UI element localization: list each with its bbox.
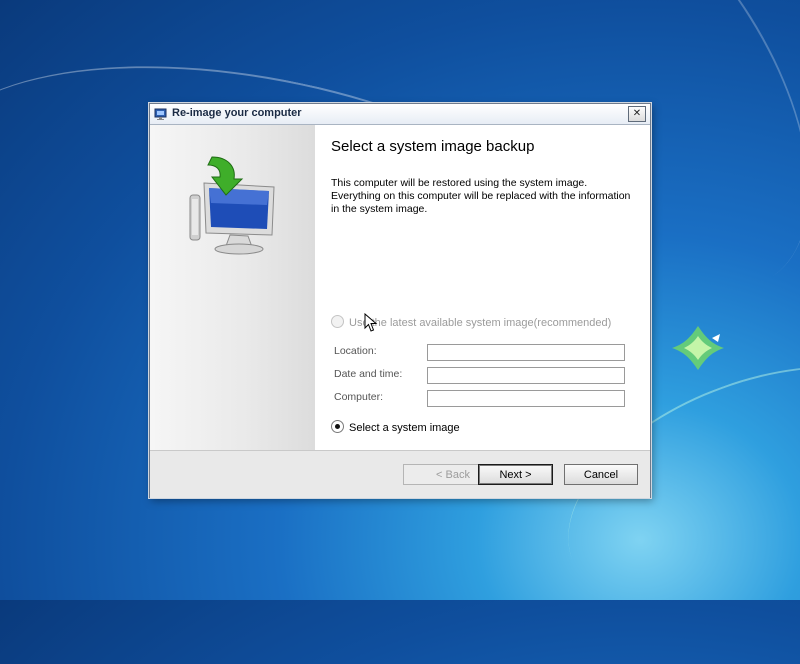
window-restore-icon [154, 108, 167, 120]
computer-field [427, 390, 625, 407]
location-field [427, 344, 625, 361]
description-text: This computer will be restored using the… [331, 177, 631, 215]
location-label: Location: [334, 345, 377, 357]
cancel-button[interactable]: Cancel [564, 464, 638, 485]
close-button[interactable]: ✕ [628, 106, 646, 122]
computer-label: Computer: [334, 391, 384, 403]
dialog-title: Re-image your computer [172, 107, 302, 119]
close-icon: ✕ [632, 108, 642, 119]
next-button[interactable]: Next > [478, 464, 553, 485]
illustration-panel [150, 125, 315, 450]
select-image-label: Select a system image [349, 422, 460, 434]
page-title: Select a system image backup [331, 138, 535, 155]
windows-logo-icon [672, 326, 724, 370]
mouse-pointer-icon [364, 313, 378, 332]
button-bar: < Back Next > Cancel [150, 450, 650, 498]
latest-image-label: Use the latest available system image(re… [349, 317, 612, 329]
select-image-radio[interactable] [331, 420, 344, 433]
reimage-dialog: Re-image your computer ✕ Select a system [149, 103, 651, 498]
title-bar[interactable]: Re-image your computer ✕ [150, 104, 650, 125]
option-select-image[interactable]: Select a system image [331, 420, 460, 434]
datetime-field [427, 367, 625, 384]
computer-restore-icon [189, 156, 275, 255]
datetime-label: Date and time: [334, 368, 403, 380]
latest-image-radio[interactable] [331, 315, 344, 328]
dialog-content: Select a system image backup This comput… [150, 125, 650, 450]
